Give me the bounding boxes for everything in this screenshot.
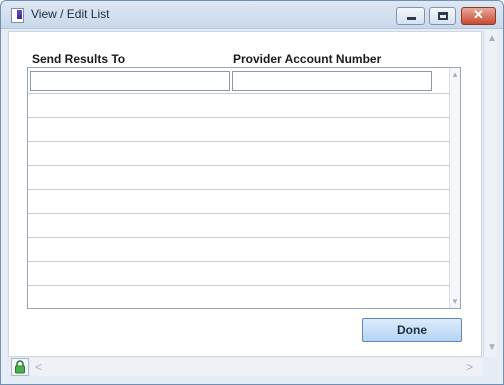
results-grid: ▲ ▼ [27,67,461,309]
provider-account-number-input[interactable] [232,71,432,91]
maximize-button[interactable] [429,7,456,25]
minimize-button[interactable] [396,7,425,25]
table-row[interactable] [28,141,450,142]
view-edit-list-window: View / Edit List ✕ ▲ ▼ < > Send Results … [0,0,504,385]
status-lock [11,358,29,376]
lock-icon [15,360,25,374]
table-row[interactable] [28,189,450,190]
table-row[interactable] [28,165,450,166]
table-row[interactable] [28,237,450,238]
table-row[interactable] [28,261,450,262]
table-row[interactable] [28,213,450,214]
minimize-icon [407,17,416,20]
scroll-down-icon[interactable]: ▼ [487,343,497,353]
window-title: View / Edit List [31,7,110,21]
title-bar[interactable]: View / Edit List ✕ [1,1,503,29]
send-results-to-input[interactable] [30,71,230,91]
close-icon: ✕ [473,7,484,22]
table-row[interactable] [28,93,450,94]
window-vertical-scrollbar[interactable]: ▲ ▼ [483,31,497,357]
scroll-up-icon[interactable]: ▲ [487,34,497,44]
document-icon [11,8,24,23]
table-row[interactable] [28,285,450,286]
grid-scroll-down-icon[interactable]: ▼ [451,297,459,307]
close-button[interactable]: ✕ [461,7,496,25]
maximize-icon [438,12,448,20]
done-button[interactable]: Done [362,318,462,342]
column-header-provider-account-number: Provider Account Number [233,52,382,66]
scroll-right-icon[interactable]: > [466,361,473,373]
scroll-left-icon[interactable]: < [35,361,42,373]
grid-vertical-scrollbar[interactable]: ▲ ▼ [449,68,460,308]
window-horizontal-scrollbar[interactable]: < > [31,358,483,376]
table-row[interactable] [28,117,450,118]
grid-scroll-up-icon[interactable]: ▲ [451,70,459,80]
column-header-send-results-to: Send Results To [32,52,126,66]
